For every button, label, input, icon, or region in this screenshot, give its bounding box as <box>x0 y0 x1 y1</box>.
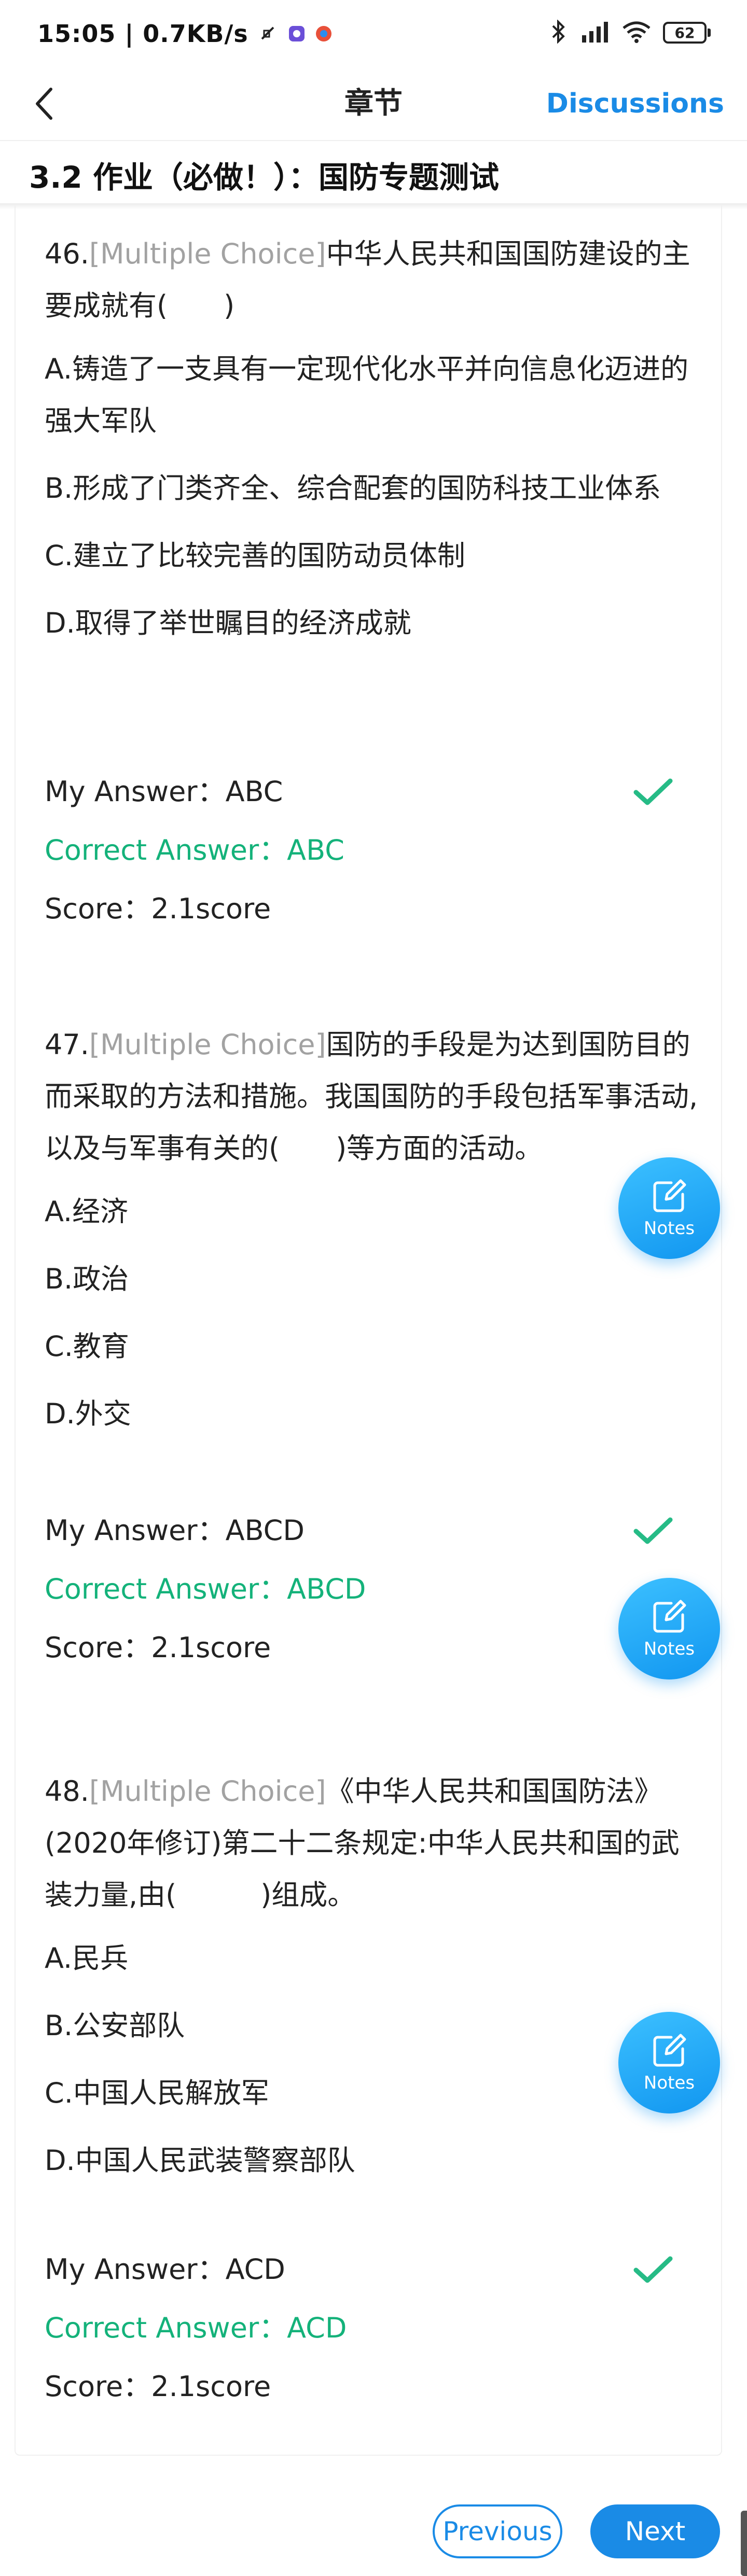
option-c: C.建立了比较完善的国防动员体制 <box>45 539 465 572</box>
option-d: D.取得了举世瞩目的经济成就 <box>45 607 411 639</box>
nav-divider <box>0 140 747 141</box>
notes-button[interactable]: Notes <box>618 2012 720 2113</box>
notes-label: Notes <box>643 1218 695 1239</box>
option-c: C.教育 <box>45 1330 129 1363</box>
signal-icon <box>579 20 610 46</box>
scrollbar-thumb[interactable] <box>741 2511 747 2576</box>
status-time-speed: 15:05 | 0.7KB/s <box>37 20 248 48</box>
battery-icon: 62 <box>663 22 711 44</box>
question-47: 47.[Multiple Choice]国防的手段是为达到国防目的而采取的方法和… <box>45 1019 698 1440</box>
edit-note-icon <box>653 2034 686 2067</box>
my-answer-row: My Answer：ABCD <box>45 1501 698 1560</box>
mute-icon <box>258 23 279 44</box>
next-button[interactable]: Next <box>590 2504 720 2558</box>
correct-answer-label: Correct Answer： <box>45 834 287 866</box>
option-b: B.公安部队 <box>45 2009 185 2042</box>
question-type: [Multiple Choice] <box>89 237 326 270</box>
score-label: Score： <box>45 2370 151 2403</box>
status-left: 15:05 | 0.7KB/s <box>37 20 333 48</box>
my-answer-label: My Answer： <box>45 775 226 808</box>
my-answer-row: My Answer：ABC <box>45 762 698 821</box>
option-a: A.铸造了一支具有一定现代化水平并向信息化迈进的强大军队 <box>45 353 689 437</box>
score-value: 2.1score <box>151 1631 271 1664</box>
score-row: Score：2.1score <box>45 1618 698 1677</box>
notes-label: Notes <box>643 1639 695 1659</box>
answer-block-47: My Answer：ABCD Correct Answer：ABCD Score… <box>45 1501 698 1677</box>
option-c: C.中国人民解放军 <box>45 2077 269 2109</box>
question-stem: 48.[Multiple Choice]《中华人民共和国国防法》(2020年修订… <box>45 1766 698 1921</box>
option-a: A.经济 <box>45 1195 129 1228</box>
bluetooth-icon <box>550 19 568 46</box>
question-48: 48.[Multiple Choice]《中华人民共和国国防法》(2020年修订… <box>45 1766 698 2187</box>
nav-bar: 章节 Discussions <box>0 67 747 140</box>
notes-button[interactable]: Notes <box>618 1578 720 1679</box>
edit-note-icon <box>653 1179 686 1212</box>
question-46: 46.[Multiple Choice]中华人民共和国国防建设的主要成就有( )… <box>45 228 698 649</box>
answer-block-46: My Answer：ABC Correct Answer：ABC Score：2… <box>45 762 698 938</box>
correct-answer-row: Correct Answer：ACD <box>45 2299 698 2357</box>
correct-answer-row: Correct Answer：ABCD <box>45 1560 698 1618</box>
status-right: 62 <box>550 19 711 46</box>
option-d: D.中国人民武装警察部队 <box>45 2144 355 2177</box>
app-notification-icon <box>288 25 306 43</box>
score-value: 2.1score <box>151 2370 271 2403</box>
answer-block-48: My Answer：ACD Correct Answer：ACD Score：2… <box>45 2240 698 2416</box>
back-button[interactable] <box>23 83 64 124</box>
question-type: [Multiple Choice] <box>89 1028 326 1061</box>
question-number: 46. <box>45 237 89 270</box>
app-root: 15:05 | 0.7KB/s 62 章节 Discussions 3.2 作业… <box>0 0 747 2576</box>
app-notification-icon-2 <box>315 25 333 43</box>
check-icon <box>633 2256 673 2283</box>
correct-answer-row: Correct Answer：ABC <box>45 821 698 879</box>
correct-answer-value: ABC <box>287 834 344 866</box>
edit-note-icon <box>653 1600 686 1633</box>
score-row: Score：2.1score <box>45 2357 698 2416</box>
previous-button[interactable]: Previous <box>433 2504 562 2558</box>
check-icon <box>633 1517 673 1544</box>
status-bar: 15:05 | 0.7KB/s 62 <box>0 0 747 67</box>
check-icon <box>633 778 673 805</box>
question-number: 47. <box>45 1028 89 1061</box>
my-answer-row: My Answer：ACD <box>45 2240 698 2299</box>
score-value: 2.1score <box>151 892 271 925</box>
discussions-link[interactable]: Discussions <box>546 67 724 140</box>
option-b: B.形成了门类齐全、综合配套的国防科技工业体系 <box>45 472 661 505</box>
option-b: B.政治 <box>45 1263 129 1295</box>
section-title: 3.2 作业（必做！）：国防专题测试 <box>29 160 499 195</box>
question-stem: 47.[Multiple Choice]国防的手段是为达到国防目的而采取的方法和… <box>45 1019 698 1174</box>
correct-answer-value: ABCD <box>287 1573 366 1605</box>
correct-answer-value: ACD <box>287 2312 347 2344</box>
my-answer-label: My Answer： <box>45 2253 226 2286</box>
my-answer-value: ABC <box>225 775 283 808</box>
correct-answer-label: Correct Answer： <box>45 2312 287 2344</box>
question-type: [Multiple Choice] <box>89 1775 326 1808</box>
question-stem: 46.[Multiple Choice]中华人民共和国国防建设的主要成就有( ) <box>45 228 698 332</box>
my-answer-value: ACD <box>225 2253 285 2286</box>
chevron-left-icon <box>36 88 52 120</box>
battery-tip <box>708 29 711 37</box>
score-label: Score： <box>45 1631 151 1664</box>
question-number: 48. <box>45 1775 89 1808</box>
battery-level: 62 <box>663 22 707 44</box>
notes-button[interactable]: Notes <box>618 1157 720 1259</box>
my-answer-label: My Answer： <box>45 1514 226 1547</box>
wifi-icon <box>621 20 652 46</box>
option-a: A.民兵 <box>45 1942 129 1975</box>
option-d: D.外交 <box>45 1397 131 1430</box>
score-row: Score：2.1score <box>45 879 698 938</box>
my-answer-value: ABCD <box>225 1514 305 1547</box>
notes-label: Notes <box>643 2073 695 2093</box>
score-label: Score： <box>45 892 151 925</box>
correct-answer-label: Correct Answer： <box>45 1573 287 1605</box>
